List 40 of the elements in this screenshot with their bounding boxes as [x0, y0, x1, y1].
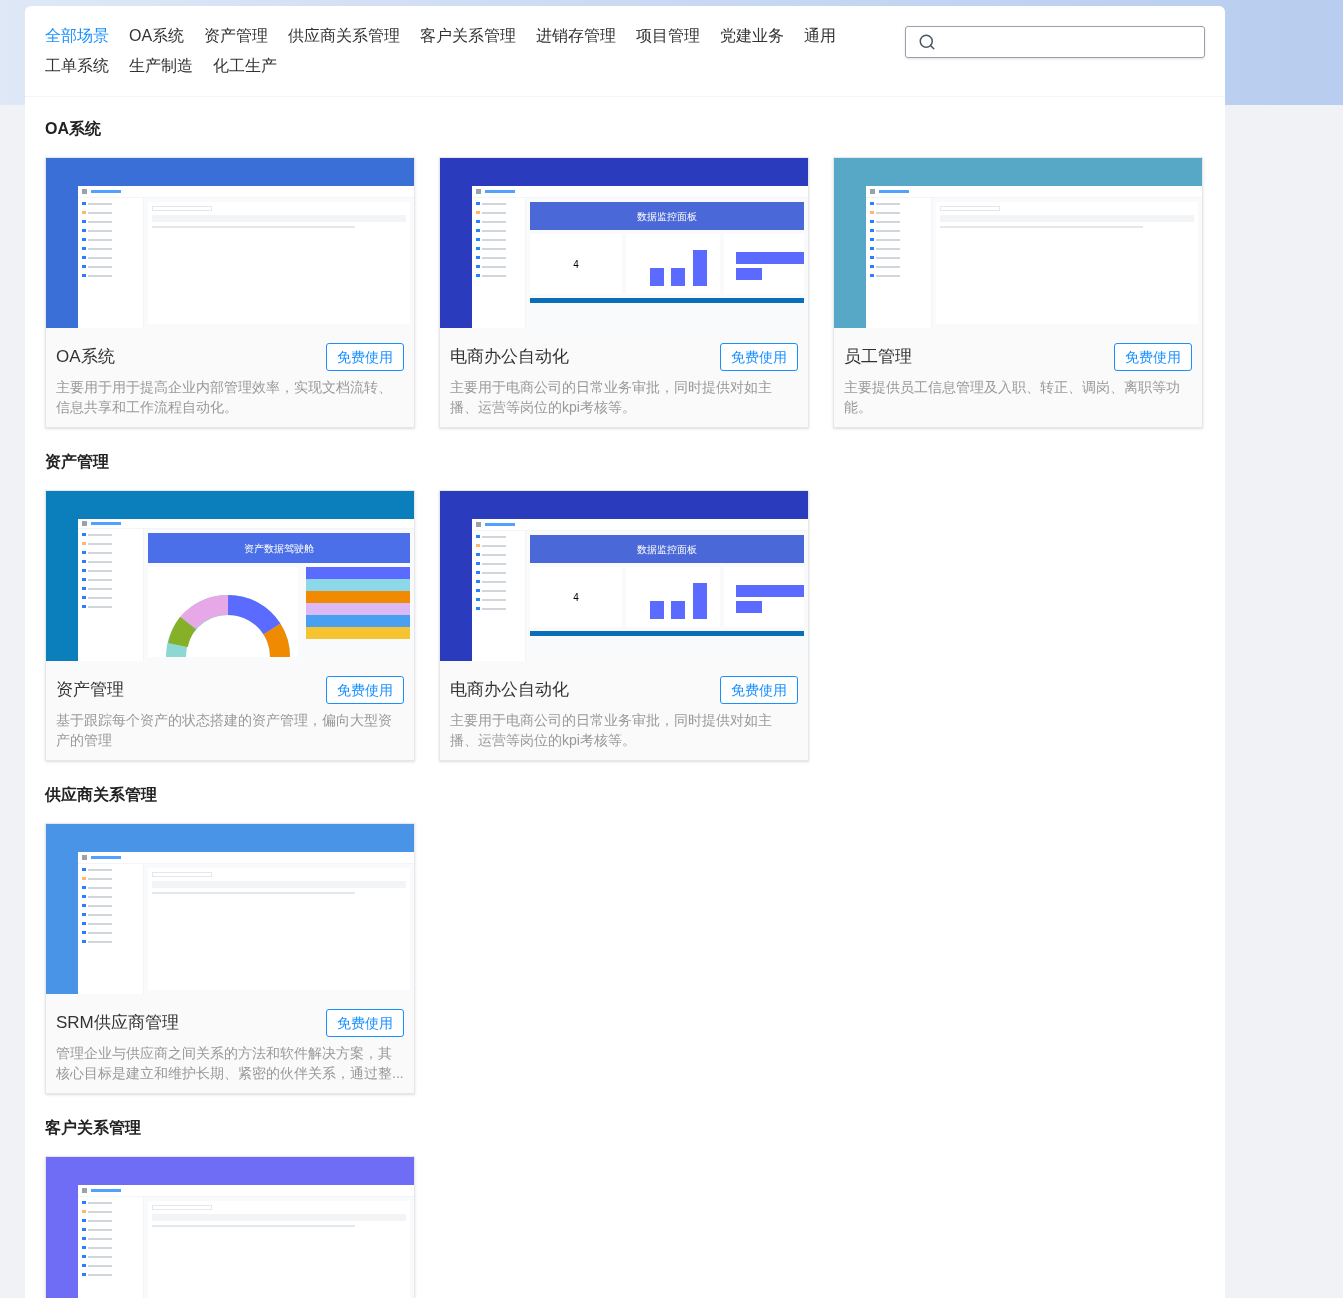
category-tab[interactable]: 供应商关系管理 — [288, 24, 401, 48]
template-card[interactable]: 数据监控面板 4 电商办公自动化 免费使用 主要用于电商公司的日常业务审批，同时提供对如主播、运营等岗位的kpi考核等。 — [439, 490, 809, 761]
category-tab[interactable]: 生产制造 — [129, 54, 193, 78]
search-field[interactable] — [905, 26, 1205, 58]
category-tab[interactable]: 资产管理 — [204, 24, 269, 48]
category-tab[interactable]: 进销存管理 — [536, 24, 617, 48]
category-tab[interactable]: 党建业务 — [720, 24, 785, 48]
card-title: 电商办公自动化 — [450, 679, 569, 702]
template-card[interactable]: SRM供应商管理 免费使用 管理企业与供应商之间关系的方法和软件解决方案，其核心目标是建立和维护长期、紧密的伙伴关系，通过整... — [45, 823, 415, 1094]
card-title: SRM供应商管理 — [56, 1012, 179, 1035]
section-title: 客户关系管理 — [45, 1118, 142, 1138]
section-title: 供应商关系管理 — [45, 785, 158, 805]
template-card[interactable]: OA系统 免费使用 主要用于用于提高企业内部管理效率，实现文档流转、信息共享和工作流程自动化。 — [45, 157, 415, 428]
card-title: OA系统 — [56, 346, 115, 369]
card-description: 主要提供员工信息管理及入职、转正、调岗、离职等功能。 — [844, 378, 1181, 417]
dashboard-title: 数据监控面板 — [530, 202, 804, 230]
template-card[interactable]: 数据监控面板 4 电商办公自动化 免费使用 主要用于电商公司的日常业务审批，同时提供对如主播、运营等岗位的kpi考核等。 — [439, 157, 809, 428]
metric-value: 4 — [530, 234, 622, 294]
card-description: 主要用于电商公司的日常业务审批，同时提供对如主播、运营等岗位的kpi考核等。 — [450, 711, 773, 750]
category-tab[interactable]: 客户关系管理 — [420, 24, 517, 48]
template-card[interactable]: 资产数据驾驶舱 资产管理 免费使用 基于跟踪每个资产的状态搭建的资产管理，偏向大型资产的管理 — [45, 490, 415, 761]
category-tab[interactable]: 工单系统 — [45, 54, 109, 78]
card-description: 主要用于电商公司的日常业务审批，同时提供对如主播、运营等岗位的kpi考核等。 — [450, 378, 773, 417]
section-title: OA系统 — [45, 119, 102, 139]
card-description: 主要用于用于提高企业内部管理效率，实现文档流转、信息共享和工作流程自动化。 — [56, 378, 393, 417]
card-title: 员工管理 — [844, 346, 912, 369]
card-title: 电商办公自动化 — [450, 346, 569, 369]
section-title: 资产管理 — [45, 452, 110, 472]
category-tab[interactable]: 通用 — [804, 24, 837, 48]
category-tab[interactable]: 化工生产 — [213, 54, 277, 78]
card-description: 管理企业与供应商之间关系的方法和软件解决方案，其核心目标是建立和维护长期、紧密的伙伴关系，通过整... — [56, 1044, 404, 1083]
dashboard-title: 资产数据驾驶舱 — [148, 533, 410, 563]
template-card[interactable]: 员工管理 免费使用 主要提供员工信息管理及入职、转正、调岗、离职等功能。 — [833, 157, 1203, 428]
dashboard-title: 数据监控面板 — [530, 535, 804, 563]
category-tab[interactable]: 项目管理 — [636, 24, 701, 48]
metric-value: 4 — [530, 567, 622, 627]
card-description: 基于跟踪每个资产的状态搭建的资产管理，偏向大型资产的管理 — [56, 711, 393, 750]
category-tab[interactable]: OA系统 — [129, 24, 185, 48]
card-title: 资产管理 — [56, 679, 124, 702]
search-icon — [918, 33, 936, 51]
